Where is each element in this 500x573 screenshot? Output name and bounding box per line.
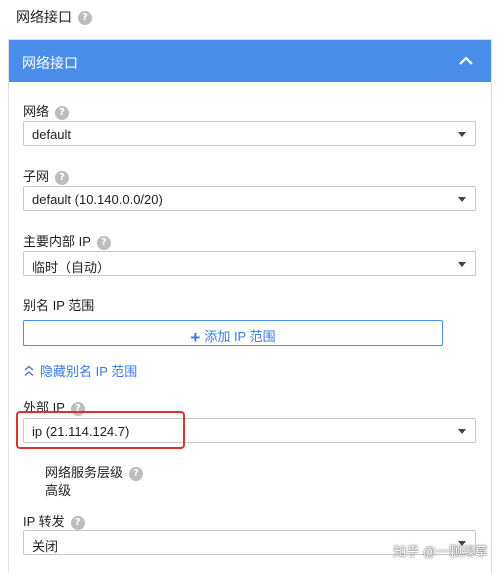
help-icon[interactable]: ? [129,466,144,481]
collapse-double-chevron-icon [24,365,34,377]
add-ip-range-button[interactable]: + 添加 IP 范围 [23,320,443,347]
subnet-label: 子网? [23,166,70,185]
help-icon[interactable]: ? [96,235,111,250]
help-icon[interactable]: ? [70,401,85,416]
internal-ip-label: 主要内部 IP? [23,231,111,250]
section-title: 网络接口? [16,7,92,27]
dropdown-arrow-icon [458,197,466,202]
hide-alias-ip-link[interactable]: 隐藏别名 IP 范围 [23,361,137,380]
help-icon[interactable]: ? [55,170,70,185]
network-select-value: default [32,127,72,142]
help-icon[interactable]: ? [55,105,70,120]
subnet-label-text: 子网 [23,169,50,184]
subnet-select[interactable]: default (10.140.0.0/20) [23,186,476,211]
network-label-text: 网络 [23,104,50,119]
network-select[interactable]: default [23,121,476,146]
chevron-up-icon[interactable] [457,52,475,70]
network-tier-label: 网络服务层级? [45,462,144,481]
alias-ip-label: 别名 IP 范围 [23,298,95,313]
section-title-text: 网络接口 [16,9,72,25]
network-tier-label-text: 网络服务层级 [45,465,124,480]
help-icon[interactable]: ? [70,515,85,530]
external-ip-select[interactable]: ip (21.114.124.7) [23,418,476,443]
external-ip-label-text: 外部 IP [23,400,65,415]
internal-ip-label-text: 主要内部 IP [23,234,91,249]
external-ip-label: 外部 IP? [23,397,85,416]
add-ip-range-label: 添加 IP 范围 [204,329,276,344]
panel-title: 网络接口 [22,55,78,71]
plus-icon: + [190,328,201,347]
ip-forwarding-select-value: 关闭 [32,539,59,554]
watermark: 知乎 @一颗绿草 [393,544,488,559]
network-label: 网络? [23,101,70,120]
network-tier-value: 高级 [45,483,72,498]
internal-ip-select[interactable]: 临时（自动） [23,251,476,276]
subnet-select-value: default (10.140.0.0/20) [32,192,163,207]
hide-alias-ip-label: 隐藏别名 IP 范围 [40,364,138,379]
ip-forwarding-label: IP 转发? [23,511,85,530]
panel-header[interactable]: 网络接口 [9,40,491,82]
internal-ip-select-value: 临时（自动） [32,260,111,275]
external-ip-select-value: ip (21.114.124.7) [32,424,130,439]
dropdown-arrow-icon [458,262,466,267]
dropdown-arrow-icon [458,132,466,137]
ip-forwarding-label-text: IP 转发 [23,514,65,529]
help-icon[interactable]: ? [78,11,92,26]
dropdown-arrow-icon [458,429,466,434]
